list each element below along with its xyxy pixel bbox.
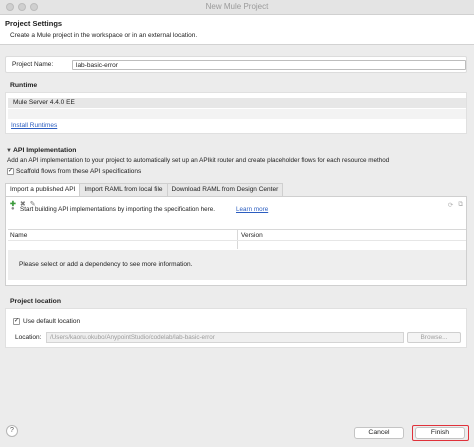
scaffold-label: Scaffold flows from these API specificat…: [16, 168, 142, 175]
tab-import-published-api[interactable]: Import a published API: [5, 183, 81, 196]
table-row: [8, 240, 466, 241]
tab-download-raml-design-center[interactable]: Download RAML from Design Center: [166, 183, 284, 196]
location-input[interactable]: [46, 332, 404, 343]
api-right-toolbar: ⟳ ⧉: [448, 201, 463, 209]
scaffold-checkbox[interactable]: ✓: [7, 168, 14, 175]
help-icon[interactable]: ?: [6, 425, 18, 437]
browse-button[interactable]: Browse...: [407, 332, 461, 343]
runtime-item-selected[interactable]: Mule Server 4.4.0 EE: [8, 98, 466, 108]
default-location-label: Use default location: [23, 318, 81, 325]
dependency-message: Please select or add a dependency to see…: [8, 250, 466, 280]
window-title: New Mule Project: [205, 2, 269, 11]
project-name-input[interactable]: [72, 60, 466, 70]
tab-import-raml-local[interactable]: Import RAML from local file: [79, 183, 168, 196]
page-title: Project Settings: [5, 19, 63, 28]
table-header-name[interactable]: Name: [10, 232, 27, 239]
runtime-title: Runtime: [10, 82, 38, 89]
location-label: Location:: [15, 334, 42, 341]
window-titlebar: New Mule Project: [0, 0, 474, 15]
collapse-icon[interactable]: ⧉: [458, 201, 463, 209]
cancel-button[interactable]: Cancel: [354, 427, 404, 439]
chevron-down-icon[interactable]: ▼: [6, 148, 12, 154]
wizard-header: Project Settings Create a Mule project i…: [0, 15, 474, 45]
project-name-label: Project Name:: [12, 61, 54, 68]
api-source-tabs: Import a published API Import RAML from …: [5, 183, 284, 196]
runtime-item-empty: [8, 109, 466, 119]
runtime-list: Mule Server 4.4.0 EE: [5, 92, 467, 134]
project-location-title: Project location: [10, 298, 61, 305]
project-location-group: ✓ Use default location Location: Browse.…: [5, 308, 467, 348]
default-location-checkbox[interactable]: ✓: [13, 318, 20, 325]
api-tab-panel: ✚ ✖ ✎ ⟳ ⧉ ● Start building API implement…: [5, 196, 467, 286]
api-table: Name Version: [8, 229, 466, 249]
table-header-version[interactable]: Version: [241, 232, 263, 239]
finish-button[interactable]: Finish: [415, 427, 465, 439]
learn-more-link[interactable]: Learn more: [236, 206, 268, 213]
install-runtimes-link[interactable]: Install Runtimes: [11, 122, 57, 129]
info-icon: ●: [11, 206, 15, 212]
refresh-icon[interactable]: ⟳: [448, 201, 453, 209]
page-subtitle: Create a Mule project in the workspace o…: [10, 32, 198, 39]
api-info-text: Start building API implementations by im…: [20, 206, 215, 213]
api-implementation-title[interactable]: API Implementation: [13, 147, 76, 154]
api-description: Add an API implementation to your projec…: [7, 157, 390, 164]
project-name-group: Project Name:: [5, 56, 467, 73]
